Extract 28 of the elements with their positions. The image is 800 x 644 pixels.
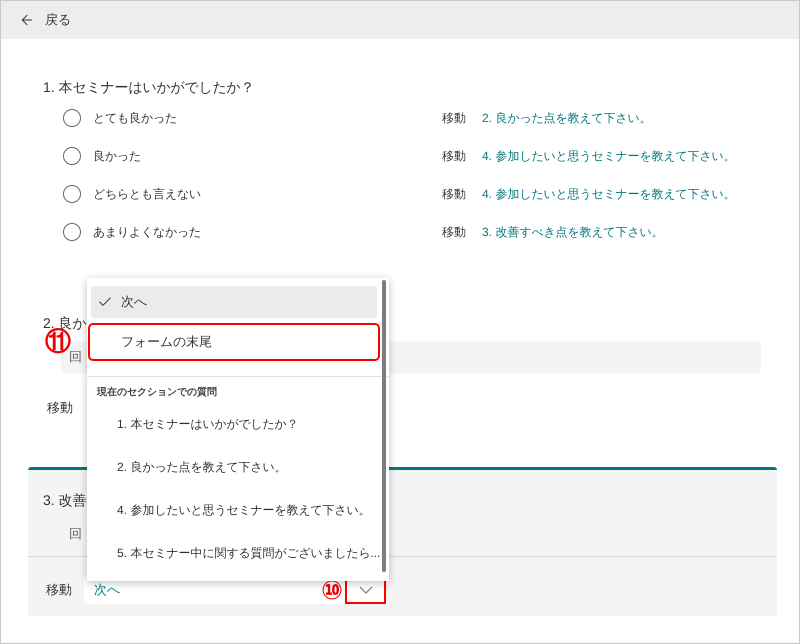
goto-target-link[interactable]: 2. 良かった点を教えて下さい。 [482, 110, 652, 126]
goto-label: 移動 [442, 224, 467, 240]
option-label: とても良かった [93, 110, 178, 126]
radio-button[interactable] [63, 109, 81, 127]
chevron-down-icon [358, 586, 372, 594]
goto-label: 移動 [442, 110, 467, 126]
goto-label: 移動 [46, 580, 72, 598]
radio-button[interactable] [63, 185, 81, 203]
question-title: 1. 本セミナーはいかがでしたか？ [43, 78, 255, 97]
goto-target-link[interactable]: 4. 参加したいと思うセミナーを教えて下さい。 [482, 148, 736, 164]
goto-target-link[interactable]: 3. 改善すべき点を教えて下さい。 [482, 224, 664, 240]
option-label: あまりよくなかった [93, 224, 202, 240]
back-button[interactable]: 戻る [17, 9, 73, 31]
question-title: 3. 改善 [43, 491, 87, 510]
goto-target-link[interactable]: 4. 参加したいと思うセミナーを教えて下さい。 [482, 186, 736, 202]
menu-item[interactable]: 1. 本セミナーはいかがでしたか？ [91, 403, 377, 446]
goto-label: 移動 [442, 148, 467, 164]
scrollbar[interactable] [382, 280, 386, 572]
goto-label: 移動 [47, 399, 73, 417]
menu-item[interactable]: 2. 良かった点を教えて下さい。 [91, 446, 377, 489]
annotation-number: ⑩ [320, 576, 343, 602]
goto-label: 移動 [442, 186, 467, 202]
radio-button[interactable] [63, 147, 81, 165]
menu-item[interactable]: 次へ [91, 286, 377, 318]
option-label: 良かった [93, 148, 142, 164]
radio-button[interactable] [63, 223, 81, 241]
option-label: どちらとも言えない [93, 186, 202, 202]
menu-section-heading: 現在のセクションでの質問 [96, 386, 218, 400]
